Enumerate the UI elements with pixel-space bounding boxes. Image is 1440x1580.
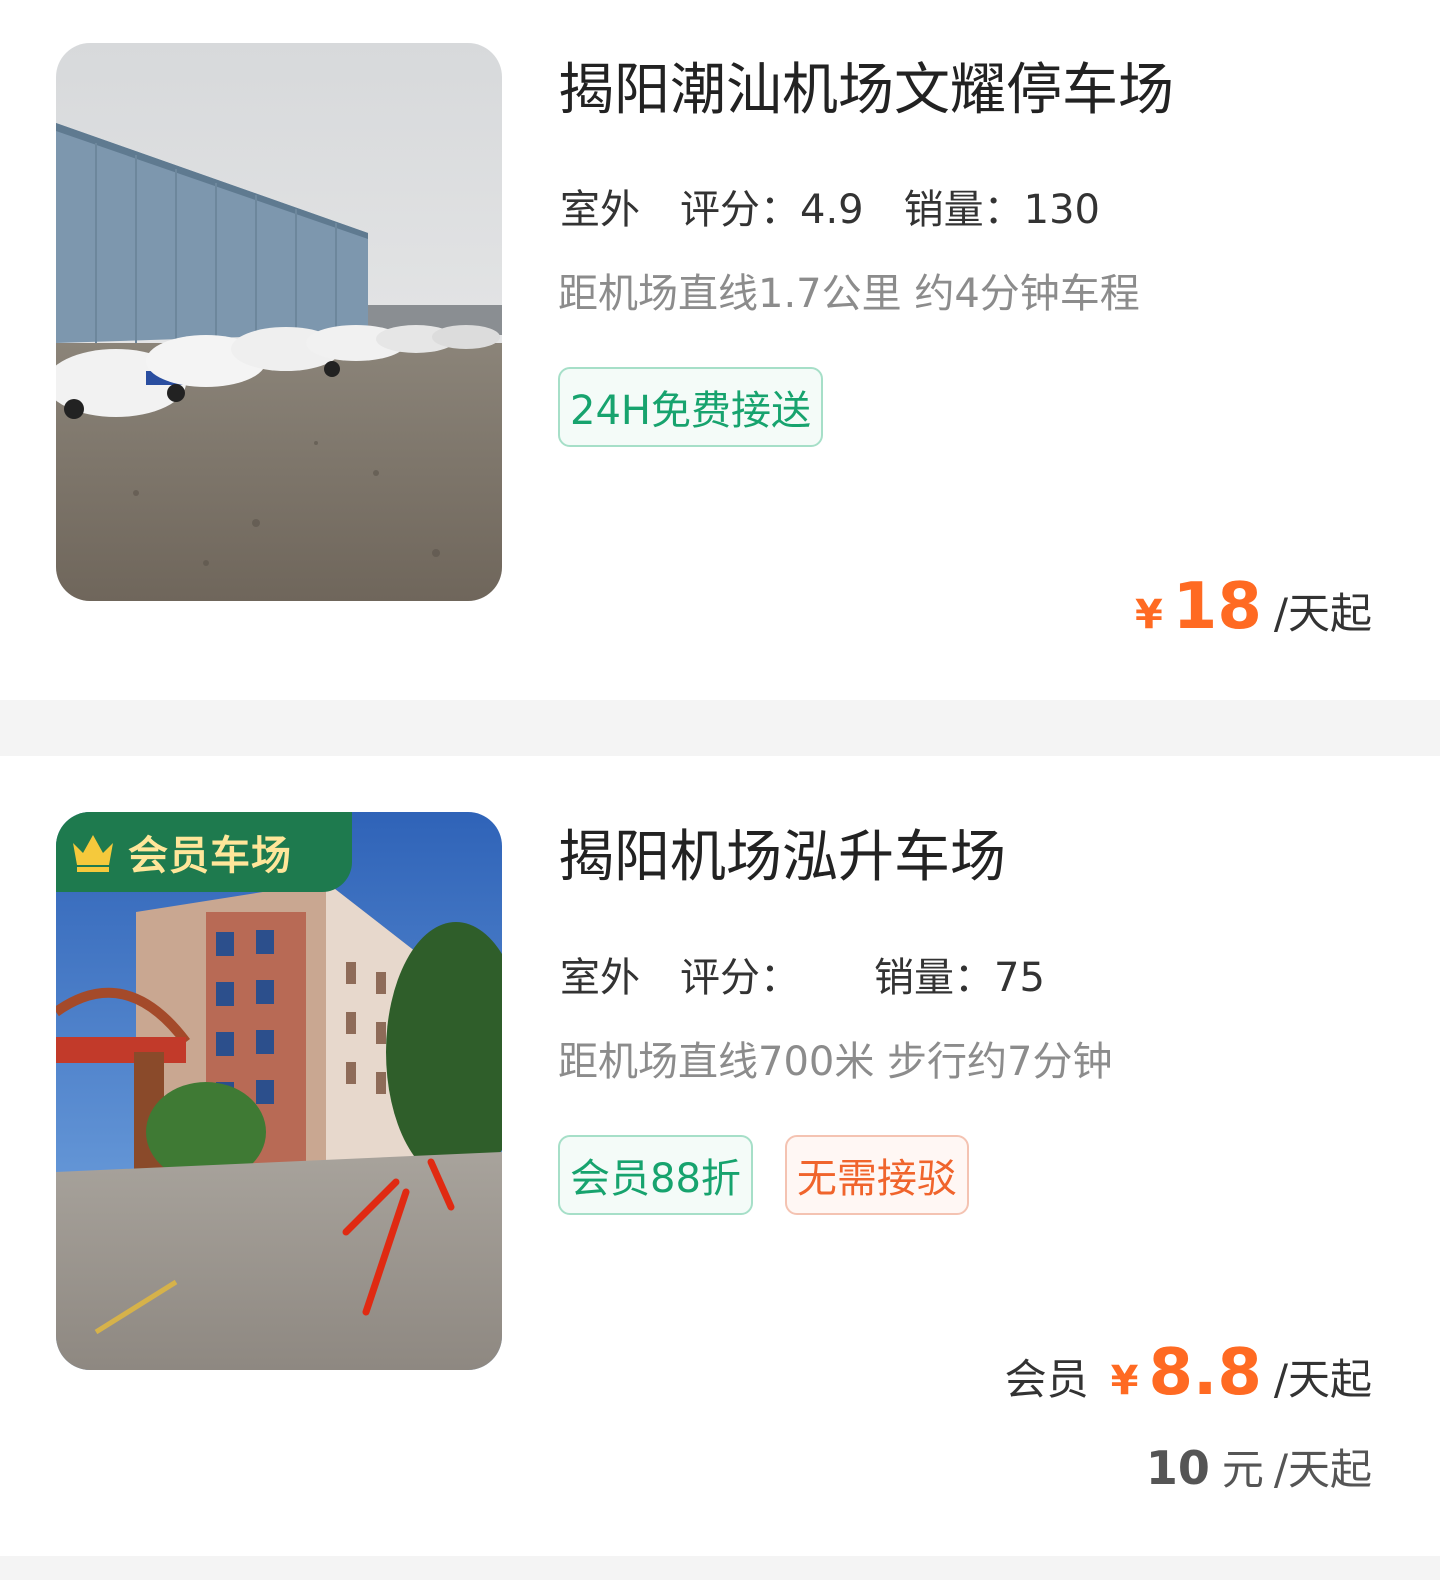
crown-icon — [73, 835, 113, 872]
rating: 评分： — [680, 945, 800, 1003]
price-unit: /天起 — [1273, 589, 1372, 638]
card-separator — [0, 700, 1440, 756]
original-price-unit: /天起 — [1273, 1445, 1372, 1494]
rating-label: 评分： — [680, 187, 800, 233]
sales-label: 销量： — [874, 955, 994, 1001]
no-shuttle-tag: 无需接驳 — [784, 1135, 969, 1215]
parking-photo-2[interactable]: 会员车场 — [56, 812, 502, 1370]
parking-title[interactable]: 揭阳潮汕机场文耀停车场 — [558, 56, 1174, 126]
distance-text: 距机场直线1.7公里 约4分钟车程 — [558, 271, 1140, 317]
member-price: 会员 ¥ 8.8 /天起 — [1005, 1336, 1372, 1410]
rating-label: 评分： — [680, 955, 800, 1001]
sales-label: 销量： — [903, 187, 1024, 233]
feature-tags: 24H免费接送 — [558, 367, 855, 447]
parking-meta: 室外 评分：4.9 销量：130 — [554, 176, 1140, 239]
price-unit: /天起 — [1273, 1355, 1372, 1404]
currency-symbol: ¥ — [1110, 1358, 1139, 1404]
shuttle-tag: 24H免费接送 — [558, 367, 823, 447]
rating-value: 4.9 — [800, 187, 864, 233]
member-parking-badge: 会员车场 — [56, 812, 352, 892]
parking-title[interactable]: 揭阳机场泓升车场 — [558, 823, 1006, 893]
feature-tags: 会员88折 无需接驳 — [558, 1135, 1001, 1215]
parking-card-2[interactable]: 会员车场 揭阳机场泓升车场 室外 评分： 销量：75 距机场直线700米 步行约… — [0, 756, 1440, 1556]
sales-value: 75 — [994, 955, 1045, 1001]
original-price: 10 元 /天起 — [1146, 1436, 1372, 1497]
card-separator — [0, 1556, 1440, 1580]
rating: 评分：4.9 — [680, 177, 864, 235]
price-amount: 8.8 — [1148, 1336, 1262, 1410]
parking-photo-1[interactable] — [56, 43, 502, 601]
member-discount-tag: 会员88折 — [558, 1135, 753, 1215]
type-tag: 室外 — [554, 945, 648, 1007]
parking-meta: 室外 评分： 销量：75 — [554, 944, 1085, 1007]
currency-symbol: ¥ — [1134, 592, 1163, 638]
price: ¥ 18 /天起 — [1135, 570, 1372, 644]
sales-value: 130 — [1023, 187, 1100, 233]
original-price-amount: 10 — [1145, 1441, 1210, 1495]
sales: 销量：75 — [874, 945, 1045, 1003]
parking-card-1[interactable]: 揭阳潮汕机场文耀停车场 室外 评分：4.9 销量：130 距机场直线1.7公里 … — [0, 0, 1440, 700]
member-label: 会员 — [1004, 1355, 1089, 1404]
price-amount: 18 — [1172, 570, 1262, 644]
type-tag: 室外 — [554, 177, 648, 239]
sales: 销量：130 — [904, 177, 1100, 235]
distance-text: 距机场直线700米 步行约7分钟 — [558, 1039, 1113, 1085]
badge-label: 会员车场 — [128, 833, 292, 879]
original-price-currency: 元 — [1221, 1445, 1264, 1494]
